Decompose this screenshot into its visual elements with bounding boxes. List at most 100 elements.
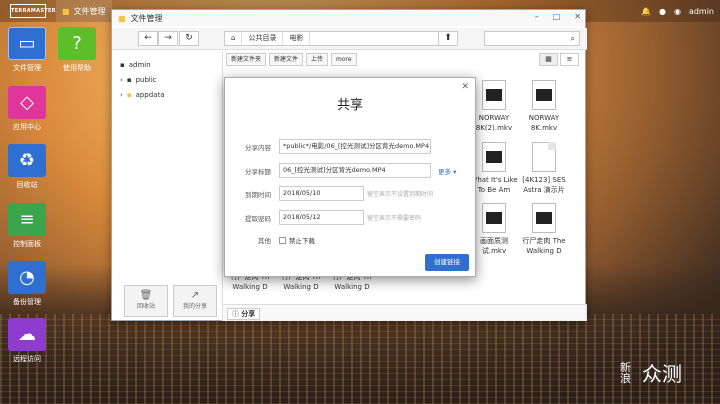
folder-icon: ▪ — [126, 91, 132, 99]
sidebar-item-public[interactable]: › ▪ public — [120, 76, 157, 84]
breadcrumb-item[interactable]: 电影 — [283, 32, 311, 45]
desktop-label: 远程访问 — [13, 355, 41, 363]
new-folder-button[interactable]: 新建文件夹 — [226, 53, 267, 66]
share-dialog: ✕ 共享 分享内容 *public*/电影/06_[控光测试]分区背光demo.… — [224, 77, 476, 277]
desktop-control-panel[interactable]: ≡ 控制面板 — [7, 203, 47, 249]
user-menu[interactable]: admin — [689, 7, 714, 16]
more-label: 更多 — [438, 168, 451, 176]
button-label: 回收站 — [136, 303, 155, 310]
code-hint: 留空表示不需要密码 — [367, 215, 422, 222]
clock-icon: ◔ — [8, 261, 46, 294]
grid-view-button[interactable]: ▦ — [539, 53, 558, 66]
bag-icon: ◇ — [8, 86, 46, 119]
desktop-label: 控制面板 — [13, 240, 41, 248]
status-bar: ⓘ 分享 — [223, 304, 587, 321]
no-download-checkbox[interactable]: 禁止下载 — [279, 235, 315, 245]
movie-file-icon — [482, 80, 506, 110]
breadcrumb: ⌂ 公共目录 电影 — [224, 31, 447, 46]
desktop-help[interactable]: ? 使用帮助 — [57, 27, 97, 73]
extract-code-field[interactable]: 2018/05/12 — [279, 210, 364, 225]
desktop-recycle-bin[interactable]: ♻ 回收站 — [7, 144, 47, 190]
desktop-app-center[interactable]: ◇ 应用中心 — [7, 86, 47, 132]
top-right-tray: 🔔 ● ◉ admin — [641, 0, 714, 22]
file-item[interactable]: 行尸走肉 The Walking D — [518, 203, 570, 256]
desktop-label: 备份管理 — [13, 298, 41, 306]
desktop-label: 文件管理 — [13, 64, 41, 72]
other-label: 其他 — [258, 237, 271, 245]
minimize-icon[interactable]: – — [535, 12, 539, 21]
home-icon[interactable]: ⌂ — [225, 32, 243, 45]
share-title-label: 分享标题 — [245, 168, 271, 176]
brand-logo: TERRAMASTER — [10, 4, 56, 18]
window-title: 文件管理 — [130, 13, 163, 23]
up-level-button[interactable]: ⬆ — [438, 31, 458, 46]
desktop-label: 回收站 — [16, 181, 38, 189]
window-controls: – □ ✕ — [535, 12, 581, 21]
movie-file-icon — [482, 142, 506, 172]
watermark-sina: 新浪 — [620, 360, 631, 385]
user-icon[interactable]: ● — [659, 7, 666, 16]
background-city — [0, 314, 720, 404]
sidebar-label: appdata — [135, 91, 165, 99]
chevron-right-icon: › — [120, 76, 123, 84]
file-item[interactable]: NORWAY 8K.mkv — [518, 80, 570, 133]
share-folder-icon: ▪ — [126, 76, 132, 84]
my-shares-button[interactable]: ↗ 我的分享 — [173, 285, 217, 317]
expire-hint: 留空表示不设置到期时间 — [367, 191, 434, 198]
user-folder-icon: ▪ — [120, 61, 125, 69]
folder-icon: ■ — [118, 13, 126, 23]
search-icon: ⌕ — [570, 34, 575, 43]
desktop-file-manager[interactable]: ▭ 文件管理 — [7, 27, 47, 73]
chevron-right-icon: › — [120, 91, 123, 99]
desktop-remote-access[interactable]: ☁ 远程访问 — [7, 318, 47, 364]
list-view-button[interactable]: ≡ — [560, 53, 579, 66]
more-options-link[interactable]: 更多 ▾ — [438, 166, 456, 176]
sidebar-label: public — [135, 76, 157, 84]
code-label: 提取密码 — [245, 215, 271, 223]
upload-button[interactable]: 上传 — [306, 53, 329, 66]
maximize-icon[interactable]: □ — [553, 12, 561, 21]
movie-file-icon — [532, 80, 556, 110]
forward-button[interactable]: → — [158, 31, 178, 46]
folder-icon: ▭ — [8, 27, 46, 60]
expire-date-field[interactable]: 2018/05/10 — [279, 186, 364, 201]
taskbar-tab-file-manager[interactable]: ■ 文件管理 — [56, 0, 112, 22]
desktop-backup[interactable]: ◔ 备份管理 — [7, 261, 47, 307]
help-icon: ? — [58, 27, 96, 60]
close-icon[interactable]: ✕ — [574, 12, 581, 21]
recycle-icon: ♻ — [8, 144, 46, 177]
share-icon: ↗ — [190, 290, 200, 301]
create-link-button[interactable]: 创建链接 — [425, 254, 469, 271]
taskbar-tab-label: 文件管理 — [73, 6, 106, 16]
close-icon[interactable]: ✕ — [461, 82, 469, 92]
share-title-field[interactable]: 06_[控光测试]分区背光demo.MP4 — [279, 163, 431, 178]
breadcrumb-item[interactable]: 公共目录 — [242, 32, 284, 45]
back-button[interactable]: ← — [138, 31, 158, 46]
dialog-title: 共享 — [336, 98, 363, 113]
file-name: NORWAY 8K.mkv — [528, 114, 560, 132]
share-status-tab[interactable]: ⓘ 分享 — [227, 308, 261, 320]
globe-icon[interactable]: ◉ — [674, 7, 681, 16]
sidebar: ▪ admin › ▪ public › ▪ appdata — [112, 51, 223, 321]
share-content-label: 分享内容 — [245, 144, 271, 152]
button-label: 我的分享 — [182, 303, 207, 310]
document-file-icon — [532, 142, 556, 172]
refresh-button[interactable]: ↻ — [179, 31, 199, 46]
file-name: 行尸走肉 The Walking D — [522, 237, 566, 255]
sidebar-item-appdata[interactable]: › ▪ appdata — [120, 91, 165, 99]
window-titlebar: ■ 文件管理 — [112, 10, 585, 26]
more-button[interactable]: more — [331, 53, 357, 66]
watermark: 新浪 众测 — [620, 358, 682, 387]
desktop-label: 使用帮助 — [63, 64, 91, 72]
sidebar-item-admin[interactable]: ▪ admin — [120, 61, 151, 69]
cloud-icon: ☁ — [8, 318, 46, 351]
search-input[interactable]: ⌕ — [484, 31, 580, 46]
share-content-field[interactable]: *public*/电影/06_[控光测试]分区背光demo.MP4 — [279, 139, 431, 154]
folder-icon: ■ — [62, 6, 70, 16]
new-file-button[interactable]: 新建文件 — [269, 53, 304, 66]
file-item[interactable]: [4K123] SES Astra 演示片 — [518, 142, 570, 195]
movie-file-icon — [482, 203, 506, 233]
recycle-bin-button[interactable]: 🗑 回收站 — [124, 285, 168, 317]
status-label: 分享 — [241, 310, 256, 318]
bell-icon[interactable]: 🔔 — [641, 7, 651, 16]
